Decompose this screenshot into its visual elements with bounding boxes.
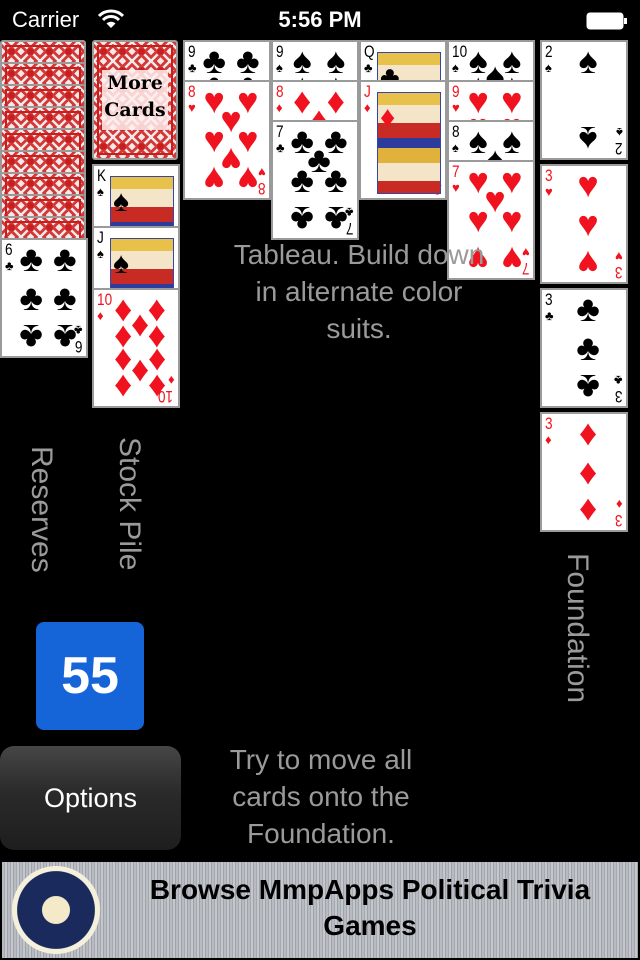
spade-icon: ♠: [616, 125, 623, 140]
playing-card-3-of-hearts[interactable]: 3 ♥ 3 ♥ ♥ ♥ ♥: [540, 164, 628, 284]
heart-pip-icon: ♥: [577, 203, 599, 244]
card-rank: 7: [452, 162, 460, 181]
cards-remaining-counter: 55: [36, 622, 144, 730]
diamond-icon: ♦: [276, 100, 283, 115]
playing-card-6-of-clubs[interactable]: 6 ♣ 6 ♣ ♣ ♣ ♣ ♣ ♣ ♣: [0, 238, 88, 358]
club-pip-icon: ♣: [19, 238, 43, 279]
playing-card-8-of-hearts[interactable]: 8 ♥ 8 ♥ ♥ ♥ ♥ ♥ ♥ ♥ ♥ ♥: [183, 80, 271, 200]
heart-pip-icon: ♥: [577, 164, 599, 205]
card-rank: 3: [614, 387, 623, 406]
more-cards-button[interactable]: More Cards: [92, 40, 178, 160]
club-pip-icon: ♣: [576, 288, 600, 329]
club-pip-icon: ♣: [52, 317, 77, 358]
club-icon: ♣: [614, 373, 623, 388]
spade-icon: ♠: [276, 60, 283, 75]
reserves-label: Reserves: [25, 446, 58, 573]
club-icon: ♣: [545, 308, 554, 323]
clock: 5:56 PM: [278, 7, 362, 32]
jack-portrait-icon: ♦: [377, 92, 441, 194]
heart-icon: ♥: [188, 100, 196, 115]
club-pip-icon: ♣: [290, 199, 314, 240]
club-pip-icon: ♣: [19, 317, 43, 358]
diamond-icon: ♦: [380, 101, 396, 134]
more-cards-label: More Cards: [102, 70, 168, 130]
club-pip-icon: ♣: [323, 159, 348, 200]
goal-hint: Try to move all cards onto the Foundatio…: [229, 744, 413, 849]
foundation-label: Foundation: [561, 553, 594, 704]
club-pip-icon: ♣: [290, 159, 314, 200]
card-rank: 8: [276, 82, 284, 101]
ad-banner[interactable]: Browse MmpApps Political Trivia Games: [2, 862, 638, 958]
diamond-icon: ♦: [545, 432, 552, 447]
diamond-pip-icon: ♦: [578, 412, 598, 453]
card-rank: K: [97, 166, 107, 185]
battery-icon: [586, 12, 627, 30]
card-rank: 3: [614, 263, 623, 282]
tableau-hint: Tableau. Build down in alternate color s…: [233, 239, 485, 344]
diamond-icon: ♦: [364, 100, 371, 115]
card-rank: 3: [545, 290, 553, 309]
diamond-pip-icon: ♦: [114, 367, 133, 408]
carrier-label: Carrier: [12, 7, 80, 32]
diamond-icon: ♦: [97, 308, 104, 323]
heart-icon: ♥: [545, 184, 553, 199]
spade-pip-icon: ♠: [578, 40, 598, 81]
spade-icon: ♠: [97, 246, 104, 261]
card-rank: J: [364, 82, 371, 101]
card-rank: 9: [188, 42, 196, 61]
heart-pip-icon: ♥: [577, 243, 599, 284]
heart-icon: ♥: [452, 100, 460, 115]
status-bar: Carrier 5:56 PM: [0, 0, 640, 40]
club-icon: ♣: [364, 60, 373, 75]
diamond-pip-icon: ♦: [578, 451, 598, 492]
club-pip-icon: ♣: [52, 277, 77, 318]
spade-icon: ♠: [452, 60, 459, 75]
spade-icon: ♠: [545, 60, 552, 75]
playing-card-3-of-diamonds[interactable]: 3 ♦ 3 ♦ ♦ ♦ ♦: [540, 412, 628, 532]
club-pip-icon: ♣: [323, 199, 348, 240]
wifi-icon: [98, 9, 124, 28]
card-rank: 6: [5, 240, 13, 259]
card-rank: 9: [452, 82, 460, 101]
spade-icon: ♠: [113, 185, 129, 218]
card-rank: 9: [276, 42, 284, 61]
card-rank: 8: [188, 82, 196, 101]
card-rank: 2: [545, 42, 553, 61]
card-rank: 3: [545, 414, 553, 433]
club-pip-icon: ♣: [576, 367, 600, 408]
club-pip-icon: ♣: [576, 327, 600, 368]
card-rank: 2: [614, 139, 623, 158]
diamond-pip-icon: ♦: [147, 367, 166, 408]
heart-pip-icon: ♥: [467, 199, 489, 240]
heart-pip-icon: ♥: [203, 159, 225, 200]
club-pip-icon: ♣: [19, 277, 43, 318]
banner-text: Browse MmpApps Political Trivia Games: [149, 874, 591, 941]
heart-pip-icon: ♥: [501, 239, 523, 280]
card-rank: 8: [452, 122, 460, 141]
spade-icon: ♠: [97, 184, 104, 199]
playing-card-10-of-diamonds[interactable]: 10 ♦ 10 ♦ ♦ ♦ ♦ ♦ ♦ ♦ ♦ ♦ ♦ ♦: [92, 288, 180, 408]
card-rank: Q: [364, 42, 375, 61]
stock-pile-label: Stock Pile: [113, 437, 146, 571]
presidential-seal-icon: [12, 866, 100, 954]
club-pip-icon: ♣: [52, 238, 77, 279]
playing-card-jack-of-diamonds[interactable]: J♦J♦♦: [359, 80, 447, 200]
playing-card-7-of-clubs[interactable]: 7 ♣ 7 ♣ ♣ ♣ ♣ ♣ ♣ ♣ ♣: [271, 120, 359, 240]
diamond-icon: ♦: [616, 497, 623, 512]
card-rank: 3: [545, 166, 553, 185]
options-button[interactable]: Options: [0, 746, 181, 850]
card-rank: 7: [276, 122, 284, 141]
diamond-pip-icon: ♦: [578, 491, 598, 532]
playing-card-2-of-spades[interactable]: 2 ♠ 2 ♠ ♠ ♠: [540, 40, 628, 160]
heart-icon: ♥: [615, 249, 623, 264]
heart-pip-icon: ♥: [501, 199, 523, 240]
spade-icon: ♠: [113, 247, 129, 280]
playing-card-3-of-clubs[interactable]: 3 ♣ 3 ♣ ♣ ♣ ♣: [540, 288, 628, 408]
spade-icon: ♠: [452, 140, 459, 155]
heart-icon: ♥: [452, 180, 460, 195]
heart-pip-icon: ♥: [237, 159, 259, 200]
card-rank: J: [97, 228, 104, 247]
spade-pip-icon: ♠: [578, 119, 598, 160]
card-rank: 3: [614, 511, 623, 530]
